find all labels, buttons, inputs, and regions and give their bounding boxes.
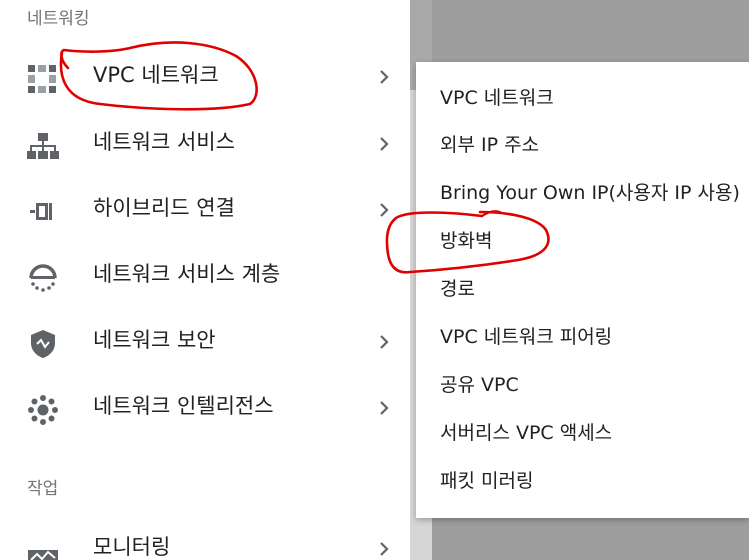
sidebar-item-network-services[interactable]: 네트워크 서비스 — [0, 117, 410, 171]
sidebar-item-label: 네트워크 서비스 계층 — [93, 262, 281, 286]
sidebar-item-vpc-network[interactable]: VPC 네트워크 — [0, 50, 410, 104]
sidebar-item-monitoring[interactable]: 모니터링 — [0, 522, 410, 560]
chevron-right-icon — [375, 65, 395, 89]
sidebar-item-label: 하이브리드 연결 — [93, 196, 235, 220]
submenu-item-external-ip[interactable]: 외부 IP 주소 — [440, 133, 748, 157]
submenu-item-byoip[interactable]: Bring Your Own IP(사용자 IP 사용) — [440, 181, 748, 205]
sidebar-item-label: 네트워크 보안 — [93, 328, 216, 352]
sidebar-item-label: 네트워크 인텔리전스 — [93, 394, 274, 418]
submenu-item-routes[interactable]: 경로 — [440, 277, 748, 301]
hybrid-connectivity-icon — [26, 195, 60, 229]
network-intelligence-icon — [26, 393, 60, 427]
network-services-icon — [26, 129, 60, 163]
chevron-right-icon — [375, 132, 395, 156]
submenu-item-shared-vpc[interactable]: 공유 VPC — [440, 373, 748, 397]
submenu-item-vpc-network[interactable]: VPC 네트워크 — [440, 86, 748, 110]
section-title-networking: 네트워킹 — [27, 9, 90, 29]
sidebar-item-network-security[interactable]: 네트워크 보안 — [0, 315, 410, 369]
vpc-network-submenu: VPC 네트워크 외부 IP 주소 Bring Your Own IP(사용자 … — [416, 62, 749, 518]
screen: 네트워킹 VPC 네트워크 네트워크 서비스 하이브리드 연결 네트워크 서비스… — [0, 0, 749, 560]
sidebar-item-network-service-tiers[interactable]: 네트워크 서비스 계층 — [0, 249, 410, 303]
sidebar-item-label: 모니터링 — [93, 535, 171, 559]
network-service-tiers-icon — [26, 261, 60, 295]
submenu-item-vpc-peering[interactable]: VPC 네트워크 피어링 — [440, 325, 748, 349]
sidebar-item-label: 네트워크 서비스 — [93, 130, 235, 154]
chevron-right-icon — [375, 198, 395, 222]
chevron-right-icon — [375, 537, 395, 560]
chevron-right-icon — [375, 396, 395, 420]
vpc-network-icon — [26, 62, 60, 96]
sidebar-item-hybrid-connectivity[interactable]: 하이브리드 연결 — [0, 183, 410, 237]
sidebar-item-label: VPC 네트워크 — [93, 63, 219, 87]
sidebar-item-network-intelligence[interactable]: 네트워크 인텔리전스 — [0, 381, 410, 435]
section-title-operations: 작업 — [27, 479, 59, 499]
submenu-item-serverless-vpc-access[interactable]: 서버리스 VPC 액세스 — [440, 421, 748, 445]
shield-icon — [26, 327, 60, 361]
submenu-item-firewall[interactable]: 방화벽 — [440, 229, 748, 253]
submenu-item-packet-mirroring[interactable]: 패킷 미러링 — [440, 469, 748, 493]
chevron-right-icon — [375, 330, 395, 354]
sidebar: 네트워킹 VPC 네트워크 네트워크 서비스 하이브리드 연결 네트워크 서비스… — [0, 0, 410, 560]
monitoring-icon — [26, 534, 60, 560]
